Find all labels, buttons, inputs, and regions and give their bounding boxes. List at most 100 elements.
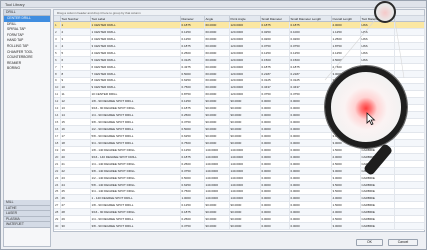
table-cell[interactable]: 25	[60, 188, 91, 196]
table-cell[interactable]: 0.1875	[260, 21, 290, 29]
table-cell[interactable]: 3/8 - 140 DEGREE SPOT DRILL	[90, 167, 181, 175]
table-cell[interactable]: 1/4 - 90 DEGREE SPOT DRILL	[90, 215, 181, 224]
table-cell[interactable]: 3	[60, 35, 91, 43]
table-cell[interactable]: 90.0000	[204, 118, 230, 127]
table-cell[interactable]: 1 CENTER DRILL	[90, 21, 181, 29]
table-cell[interactable]: CARBIDE	[360, 222, 395, 231]
table-cell[interactable]: 8 CENTER DRILL	[90, 77, 181, 85]
table-cell[interactable]: 0.2187	[289, 70, 332, 78]
table-cell[interactable]: 0.1875	[289, 21, 332, 29]
table-cell[interactable]: 0.2500	[180, 49, 205, 57]
table-cell[interactable]: 60.0000	[204, 28, 230, 36]
table-cell[interactable]: 20	[60, 153, 91, 161]
table-cell[interactable]: 23	[60, 174, 91, 182]
table-cell[interactable]: 90.0000	[204, 215, 230, 224]
table-cell[interactable]: 1	[60, 21, 91, 29]
table-cell[interactable]: 60.0000	[204, 49, 230, 57]
table-cell[interactable]: 0.0000	[260, 215, 290, 224]
table-cell[interactable]: 90.0000	[229, 97, 261, 106]
table-cell[interactable]: 120.0000	[229, 90, 261, 99]
table-cell[interactable]: 30	[60, 222, 91, 231]
table-cell[interactable]: 5 CENTER DRILL	[90, 56, 181, 64]
table-cell[interactable]: 3.0000	[331, 167, 361, 175]
table-cell[interactable]: 90.0000	[229, 111, 261, 120]
table-cell[interactable]: 0.0000	[260, 160, 290, 168]
table-cell[interactable]: 7	[60, 63, 91, 71]
table-cell[interactable]: 60.0000	[204, 42, 230, 50]
table-cell[interactable]: 0.5000	[180, 70, 205, 78]
table-cell[interactable]: 0.1250	[180, 28, 205, 36]
table-cell[interactable]: 5/8 - 90 DEGREE SPOT DRILL	[90, 132, 181, 140]
category-header[interactable]: WATERJET	[4, 222, 50, 228]
table-cell[interactable]: 0.0000	[289, 125, 332, 133]
table-row[interactable]: 29 29 1/4 - 90 DEGREE SPOT DRILL 0.2500 90.0…	[54, 215, 425, 224]
table-cell[interactable]: 90.0000	[204, 222, 230, 231]
table-cell[interactable]: 140.0000	[229, 153, 261, 161]
table-cell[interactable]: 0.0000	[289, 194, 332, 203]
table-cell[interactable]: 140.0000	[229, 188, 261, 196]
table-cell[interactable]: CARBIDE	[360, 208, 395, 217]
table-row[interactable]: 27 27 1/8 - 90 DEGREE SPOT DRILL 0.1250 90.0…	[54, 201, 425, 210]
table-cell[interactable]: 1.8750	[331, 42, 361, 50]
table-cell[interactable]: 1/8 - 90 DEGREE SPOT DRILL	[90, 201, 181, 210]
table-cell[interactable]: 90.0000	[229, 139, 261, 147]
table-cell[interactable]: HSS	[360, 56, 395, 64]
table-cell[interactable]: 0.0000	[260, 153, 290, 161]
table-cell[interactable]: 0.3750	[289, 90, 332, 99]
table-row[interactable]: 443 CENTER DRILL 0.1875 60.0000 120.0000 0.0…	[54, 42, 425, 50]
table-cell[interactable]: 1/4 - 90 DEGREE SPOT DRILL	[90, 111, 181, 120]
table-cell[interactable]: 13	[60, 104, 91, 113]
table-cell[interactable]: 0.0000	[260, 188, 290, 196]
table-cell[interactable]: 8	[60, 70, 91, 78]
table-cell[interactable]: 0.3750	[260, 90, 290, 99]
table-cell[interactable]: 0.0000	[260, 194, 290, 203]
table-cell[interactable]: 0.3125	[180, 56, 205, 64]
table-cell[interactable]: 26	[60, 194, 91, 203]
table-cell[interactable]: 140.0000	[204, 160, 230, 168]
table-cell[interactable]: 120.0000	[229, 28, 261, 36]
table-cell[interactable]: 90.0000	[229, 208, 261, 217]
table-cell[interactable]: 0.3437	[289, 83, 332, 92]
table-cell[interactable]: 0.0750	[260, 42, 290, 50]
table-cell[interactable]: CARBIDE	[360, 194, 395, 203]
table-cell[interactable]: 0.0000	[289, 201, 332, 210]
table-cell[interactable]: 60.0000	[204, 56, 230, 64]
table-cell[interactable]: 0.0000	[260, 174, 290, 182]
table-cell[interactable]: 90.0000	[229, 104, 261, 113]
table-cell[interactable]: 0.0000	[260, 139, 290, 147]
table-cell[interactable]: 0.5000	[180, 125, 205, 133]
table-cell[interactable]: 10 CENTER DRILL	[90, 90, 181, 99]
table-cell[interactable]: HSS	[360, 49, 395, 57]
table-cell[interactable]: 0.0000	[289, 222, 332, 231]
table-cell[interactable]: 1.5000	[331, 201, 361, 210]
table-cell[interactable]: CARBIDE	[360, 181, 395, 189]
table-cell[interactable]: 0.0000	[289, 146, 332, 154]
table-cell[interactable]: CARBIDE	[360, 215, 395, 224]
table-cell[interactable]: 2	[60, 28, 91, 36]
table-cell[interactable]: 140.0000	[204, 153, 230, 161]
table-cell[interactable]: 9	[60, 77, 91, 85]
table-cell[interactable]: 3/8 - 90 DEGREE SPOT DRILL	[90, 118, 181, 127]
table-cell[interactable]: 90.0000	[229, 222, 261, 231]
table-row[interactable]: 24 24 5/8 - 140 DEGREE SPOT DRILL 0.6250 140…	[54, 181, 425, 189]
table-cell[interactable]: 2.5000	[331, 160, 361, 168]
table-cell[interactable]: 0.3750	[180, 167, 205, 175]
table-cell[interactable]: 0.0000	[289, 208, 332, 217]
table-cell[interactable]: 5	[60, 49, 91, 57]
table-cell[interactable]: 0.1875	[260, 63, 290, 71]
table-cell[interactable]: 140.0000	[229, 174, 261, 182]
table-cell[interactable]: 11	[60, 90, 91, 99]
table-cell[interactable]: 19	[60, 146, 91, 154]
table-cell[interactable]: HSS	[360, 21, 395, 29]
table-cell[interactable]: 120.0000	[229, 77, 261, 85]
table-row[interactable]: 26 26 1 - 140 DEGREE SPOT DRILL 1.0000 140.0…	[54, 194, 425, 203]
category-item[interactable]: BORING	[4, 66, 50, 72]
table-cell[interactable]: 0.4375	[180, 63, 205, 71]
table-cell[interactable]: 0.3125	[289, 77, 332, 85]
table-cell[interactable]: 90.0000	[229, 125, 261, 133]
table-cell[interactable]: 140.0000	[229, 181, 261, 189]
ok-button[interactable]: OK	[356, 239, 383, 246]
table-cell[interactable]: 60.0000	[204, 90, 230, 99]
table-cell[interactable]: 0.0000	[289, 181, 332, 189]
table-cell[interactable]: 60.0000	[204, 77, 230, 85]
